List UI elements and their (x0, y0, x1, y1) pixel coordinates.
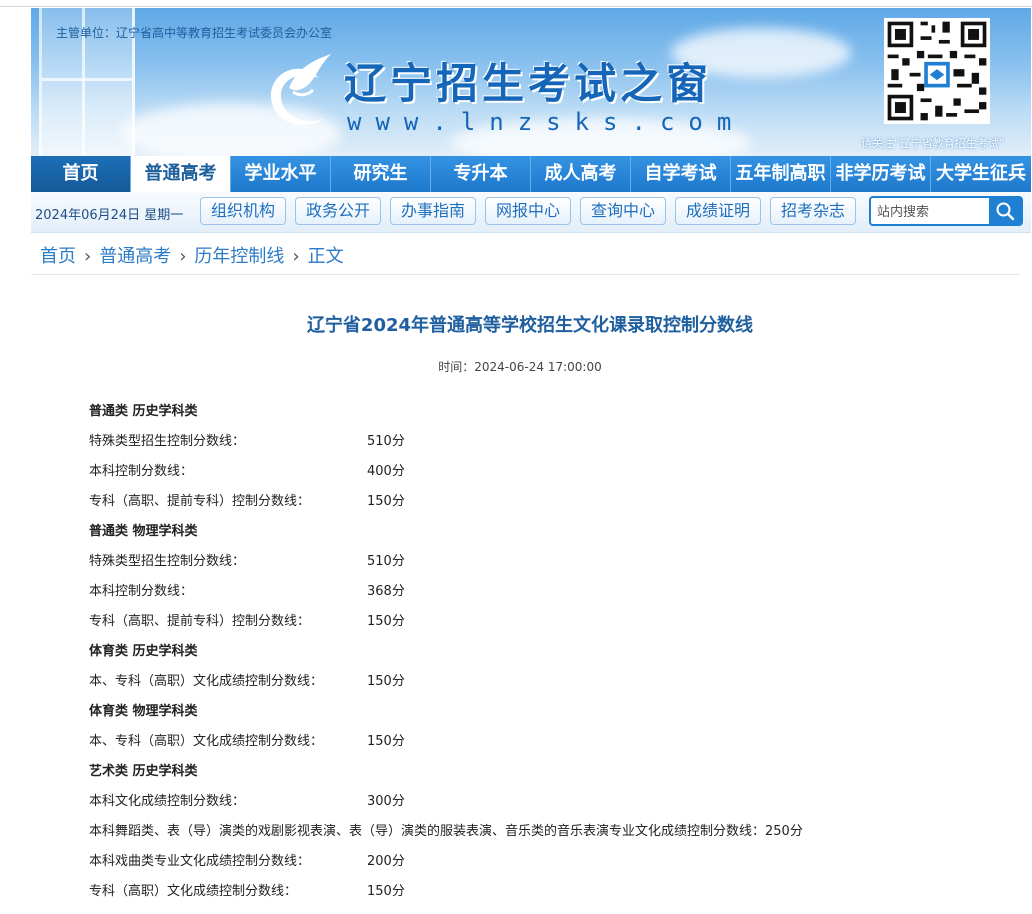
line-value: 400分 (367, 464, 405, 479)
line-value: 368分 (367, 584, 405, 599)
line-value: 300分 (367, 794, 405, 809)
search-button[interactable] (989, 198, 1021, 224)
browser-top-edge (0, 0, 1032, 7)
score-line: 本科控制分数线： 400分 (89, 457, 989, 487)
nav-item-yanjiusheng[interactable]: 研究生 (331, 156, 431, 192)
line-label: 体育类 历史学科类 (89, 644, 198, 659)
article-title: 辽宁省2024年普通高等学校招生文化课录取控制分数线 (306, 315, 754, 336)
search-input[interactable] (875, 201, 991, 223)
section-heading: 普通类 物理学科类 (89, 517, 989, 547)
nav-item-gaokao[interactable]: 普通高考 (131, 156, 231, 192)
main-nav: 首页 普通高考 学业水平 研究生 专升本 成人高考 自学考试 五年制高职 非学历… (31, 156, 1031, 192)
link-zuzhijigou[interactable]: 组织机构 (200, 197, 286, 225)
line-label: 专科（高职、提前专科）控制分数线： (89, 494, 311, 509)
breadcrumb-history-lines[interactable]: 历年控制线 (194, 242, 284, 268)
line-value: 150分 (367, 734, 405, 749)
nav-item-home[interactable]: 首页 (31, 156, 131, 192)
line-label: 本科舞蹈类、表（导）演类的戏剧影视表演、表（导）演类的服装表演、音乐类的音乐表演… (89, 824, 803, 839)
section-heading: 艺术类 历史学科类 (89, 757, 989, 787)
line-label: 本科控制分数线： (89, 464, 194, 479)
score-line-full: 本科舞蹈类、表（导）演类的戏剧影视表演、表（导）演类的服装表演、音乐类的音乐表演… (89, 817, 989, 847)
site-domain: www.lnzsks.com (347, 108, 746, 136)
quick-links-bar: 2024年06月24日 星期一 组织机构 政务公开 办事指南 网报中心 查询中心… (31, 192, 1031, 233)
nav-item-feixueli[interactable]: 非学历考试 (831, 156, 931, 192)
section-heading: 体育类 物理学科类 (89, 697, 989, 727)
article-content: 普通类 历史学科类 特殊类型招生控制分数线： 510分 本科控制分数线： 400分 … (89, 397, 989, 907)
score-line: 本科戏曲类专业文化成绩控制分数线： 200分 (89, 847, 989, 877)
line-value: 150分 (367, 884, 405, 899)
line-value: 150分 (367, 494, 405, 509)
search-icon (996, 202, 1015, 221)
chevron-right-icon: › (292, 246, 300, 267)
line-label: 艺术类 历史学科类 (89, 764, 198, 779)
page-container: 主管单位：辽宁省高中等教育招生考试委员会办公室 辽宁招生考试之窗 www.lnz… (31, 8, 1031, 233)
line-label: 普通类 物理学科类 (89, 524, 198, 539)
link-chengjizhengming[interactable]: 成绩证明 (675, 197, 761, 225)
qr-code-icon (884, 18, 990, 124)
link-banshizhinan[interactable]: 办事指南 (390, 197, 476, 225)
breadcrumb-home[interactable]: 首页 (40, 242, 76, 268)
site-banner: 主管单位：辽宁省高中等教育招生考试委员会办公室 辽宁招生考试之窗 www.lnz… (31, 8, 1031, 156)
chevron-right-icon: › (84, 246, 92, 267)
current-date: 2024年06月24日 星期一 (35, 208, 184, 223)
nav-item-zhengbing[interactable]: 大学生征兵 (931, 156, 1031, 192)
line-label: 本科控制分数线： (89, 584, 194, 599)
score-line: 专科（高职）文化成绩控制分数线： 150分 (89, 877, 989, 907)
score-line: 本、专科（高职）文化成绩控制分数线： 150分 (89, 727, 989, 757)
line-value: 200分 (367, 854, 405, 869)
search-box (869, 196, 1023, 226)
line-label: 普通类 历史学科类 (89, 404, 198, 419)
line-label: 本、专科（高职）文化成绩控制分数线： (89, 734, 324, 749)
section-heading: 普通类 历史学科类 (89, 397, 989, 427)
section-heading: 体育类 历史学科类 (89, 637, 989, 667)
breadcrumb-gaokao[interactable]: 普通高考 (99, 242, 171, 268)
line-value: 150分 (367, 614, 405, 629)
line-value: 510分 (367, 434, 405, 449)
nav-item-zhuanshengben[interactable]: 专升本 (431, 156, 531, 192)
nav-item-chengren[interactable]: 成人高考 (531, 156, 631, 192)
score-line: 专科（高职、提前专科）控制分数线： 150分 (89, 487, 989, 517)
sponsor-text: 主管单位：辽宁省高中等教育招生考试委员会办公室 (56, 26, 333, 40)
score-line: 本科文化成绩控制分数线： 300分 (89, 787, 989, 817)
score-line: 本、专科（高职）文化成绩控制分数线： 150分 (89, 667, 989, 697)
line-value: 150分 (367, 674, 405, 689)
line-value: 510分 (367, 554, 405, 569)
chevron-right-icon: › (179, 246, 187, 267)
breadcrumb: 首页 › 普通高考 › 历年控制线 › 正文 (40, 242, 344, 268)
line-label: 特殊类型招生控制分数线： (89, 554, 246, 569)
qr-caption: 请关注“辽宁省教育招生考试” (861, 137, 1005, 150)
dove-logo-icon (270, 54, 331, 126)
score-line: 本科控制分数线： 368分 (89, 577, 989, 607)
link-zhaokaozazhi[interactable]: 招考杂志 (770, 197, 856, 225)
line-label: 专科（高职）文化成绩控制分数线： (89, 884, 298, 899)
site-title: 辽宁招生考试之窗 (344, 59, 713, 108)
link-wangbaozhongxin[interactable]: 网报中心 (485, 197, 571, 225)
line-label: 本、专科（高职）文化成绩控制分数线： (89, 674, 324, 689)
divider (31, 274, 1020, 275)
score-line: 特殊类型招生控制分数线： 510分 (89, 427, 989, 457)
line-label: 体育类 物理学科类 (89, 704, 198, 719)
link-zhengwugongkai[interactable]: 政务公开 (295, 197, 381, 225)
nav-item-zixue[interactable]: 自学考试 (631, 156, 731, 192)
line-label: 特殊类型招生控制分数线： (89, 434, 246, 449)
line-label: 专科（高职、提前专科）控制分数线： (89, 614, 311, 629)
nav-item-xueye[interactable]: 学业水平 (231, 156, 331, 192)
line-label: 本科戏曲类专业文化成绩控制分数线： (89, 854, 311, 869)
score-line: 专科（高职、提前专科）控制分数线： 150分 (89, 607, 989, 637)
breadcrumb-current: 正文 (307, 246, 344, 267)
link-chaxunzhongxin[interactable]: 查询中心 (580, 197, 666, 225)
score-line: 特殊类型招生控制分数线： 510分 (89, 547, 989, 577)
line-label: 本科文化成绩控制分数线： (89, 794, 246, 809)
article-time: 时间：2024-06-24 17:00:00 (438, 360, 602, 374)
nav-item-wunianzhi[interactable]: 五年制高职 (731, 156, 831, 192)
